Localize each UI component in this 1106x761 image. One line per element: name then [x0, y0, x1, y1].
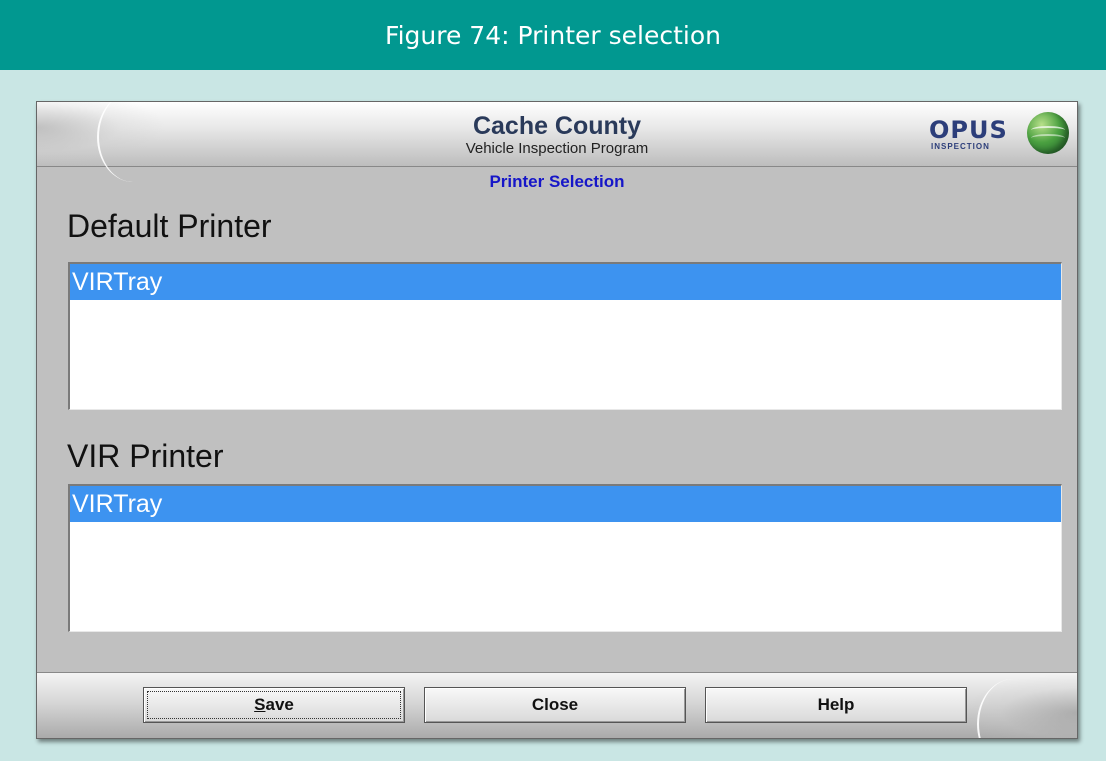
list-item[interactable]: VIRTray: [70, 486, 1061, 522]
window-header: Cache County Vehicle Inspection Program …: [37, 102, 1077, 182]
app-window: Cache County Vehicle Inspection Program …: [36, 101, 1078, 739]
default-printer-label: Default Printer: [67, 208, 272, 244]
vir-printer-list[interactable]: VIRTray: [68, 484, 1062, 632]
save-label: ave: [265, 695, 294, 714]
figure-caption: Figure 74: Printer selection: [385, 20, 721, 50]
save-mnemonic: S: [254, 695, 266, 714]
opus-logo: OPUS INSPECTION: [929, 110, 1069, 158]
list-item[interactable]: VIRTray: [70, 264, 1061, 300]
save-button[interactable]: Save: [143, 687, 405, 723]
logo-subtext: INSPECTION: [931, 142, 990, 151]
screen-title: Printer Selection: [489, 172, 625, 191]
logo-wordmark: OPUS: [929, 116, 1008, 144]
help-button[interactable]: Help: [705, 687, 967, 723]
close-button[interactable]: Close: [424, 687, 686, 723]
window-footer: Save Close Help: [37, 672, 1077, 738]
default-printer-list[interactable]: VIRTray: [68, 262, 1062, 410]
app-title: Cache County: [472, 112, 642, 140]
app-subtitle: Vehicle Inspection Program: [465, 140, 649, 157]
figure-caption-bar: Figure 74: Printer selection: [0, 0, 1106, 70]
footer-swirl-decoration: [957, 673, 1077, 738]
vir-printer-label: VIR Printer: [67, 438, 224, 474]
globe-icon: [1027, 112, 1069, 154]
